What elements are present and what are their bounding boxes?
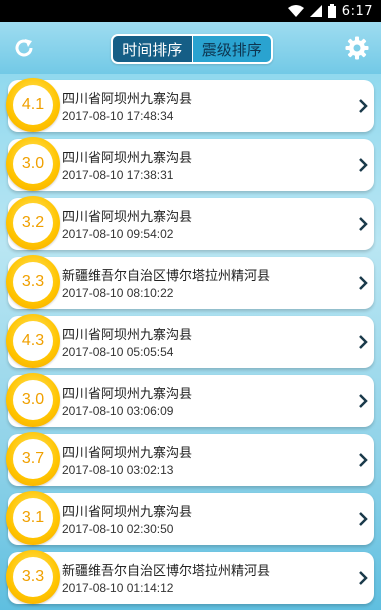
list-item[interactable]: 3.1 四川省阿坝州九寨沟县 2017-08-10 02:30:50: [6, 491, 374, 545]
chevron-right-icon: [359, 217, 368, 231]
sort-toggle: 时间排序 震级排序: [111, 34, 273, 64]
time-label: 2017-08-10 08:10:22: [62, 286, 174, 300]
magnitude-value: 3.0: [13, 380, 53, 420]
magnitude-value: 3.3: [13, 557, 53, 597]
time-label: 2017-08-10 09:54:02: [62, 227, 174, 241]
signal-icon: [309, 5, 322, 17]
list-item[interactable]: 3.3 新疆维吾尔自治区博尔塔拉州精河县 2017-08-10 08:10:22: [6, 255, 374, 309]
magnitude-badge: 3.0: [6, 373, 60, 427]
list-item[interactable]: 4.1 四川省阿坝州九寨沟县 2017-08-10 17:48:34: [6, 78, 374, 132]
list-item[interactable]: 3.0 四川省阿坝州九寨沟县 2017-08-10 17:38:31: [6, 137, 374, 191]
magnitude-value: 3.0: [13, 144, 53, 184]
time-label: 2017-08-10 02:30:50: [62, 522, 174, 536]
location-label: 四川省阿坝州九寨沟县: [62, 387, 193, 402]
tab-magnitude-sort[interactable]: 震级排序: [191, 36, 271, 62]
magnitude-value: 4.1: [13, 85, 53, 125]
list-item[interactable]: 3.3 新疆维吾尔自治区博尔塔拉州精河县 2017-08-10 01:14:12: [6, 550, 374, 604]
tab-time-sort[interactable]: 时间排序: [113, 36, 192, 62]
list-item[interactable]: 3.0 四川省阿坝州九寨沟县 2017-08-10 03:06:09: [6, 373, 374, 427]
time-label: 2017-08-10 05:05:54: [62, 345, 174, 359]
chevron-right-icon: [359, 571, 368, 585]
location-label: 四川省阿坝州九寨沟县: [62, 328, 193, 343]
magnitude-value: 3.3: [13, 262, 53, 302]
magnitude-badge: 3.7: [6, 432, 60, 486]
status-bar: 6:17: [0, 0, 381, 22]
chevron-right-icon: [359, 453, 368, 467]
magnitude-value: 3.2: [13, 203, 53, 243]
location-label: 新疆维吾尔自治区博尔塔拉州精河县: [62, 269, 271, 284]
time-label: 2017-08-10 03:06:09: [62, 404, 174, 418]
battery-icon: [327, 4, 336, 18]
list-item[interactable]: 4.3 四川省阿坝州九寨沟县 2017-08-10 05:05:54: [6, 314, 374, 368]
location-label: 四川省阿坝州九寨沟县: [62, 446, 193, 461]
magnitude-value: 3.1: [13, 498, 53, 538]
status-time: 6:17: [341, 3, 373, 19]
magnitude-badge: 3.3: [6, 550, 60, 604]
location-label: 四川省阿坝州九寨沟县: [62, 210, 193, 225]
chevron-right-icon: [359, 158, 368, 172]
magnitude-badge: 3.0: [6, 137, 60, 191]
time-label: 2017-08-10 03:02:13: [62, 463, 174, 477]
refresh-icon[interactable]: [12, 36, 36, 60]
magnitude-badge: 4.1: [6, 78, 60, 132]
location-label: 四川省阿坝州九寨沟县: [62, 151, 193, 166]
magnitude-badge: 4.3: [6, 314, 60, 368]
magnitude-badge: 3.3: [6, 255, 60, 309]
chevron-right-icon: [359, 335, 368, 349]
magnitude-value: 3.7: [13, 439, 53, 479]
time-label: 2017-08-10 01:14:12: [62, 581, 174, 595]
app-bar: 时间排序 震级排序: [0, 22, 381, 74]
list-item[interactable]: 3.7 四川省阿坝州九寨沟县 2017-08-10 03:02:13: [6, 432, 374, 486]
magnitude-value: 4.3: [13, 321, 53, 361]
list-item[interactable]: 3.2 四川省阿坝州九寨沟县 2017-08-10 09:54:02: [6, 196, 374, 250]
time-label: 2017-08-10 17:38:31: [62, 168, 174, 182]
location-label: 四川省阿坝州九寨沟县: [62, 505, 193, 520]
time-label: 2017-08-10 17:48:34: [62, 109, 174, 123]
chevron-right-icon: [359, 394, 368, 408]
chevron-right-icon: [359, 512, 368, 526]
location-label: 四川省阿坝州九寨沟县: [62, 92, 193, 107]
chevron-right-icon: [359, 276, 368, 290]
magnitude-badge: 3.1: [6, 491, 60, 545]
chevron-right-icon: [359, 99, 368, 113]
location-label: 新疆维吾尔自治区博尔塔拉州精河县: [62, 564, 271, 579]
gear-icon[interactable]: [345, 36, 369, 60]
wifi-icon: [287, 5, 304, 17]
magnitude-badge: 3.2: [6, 196, 60, 250]
